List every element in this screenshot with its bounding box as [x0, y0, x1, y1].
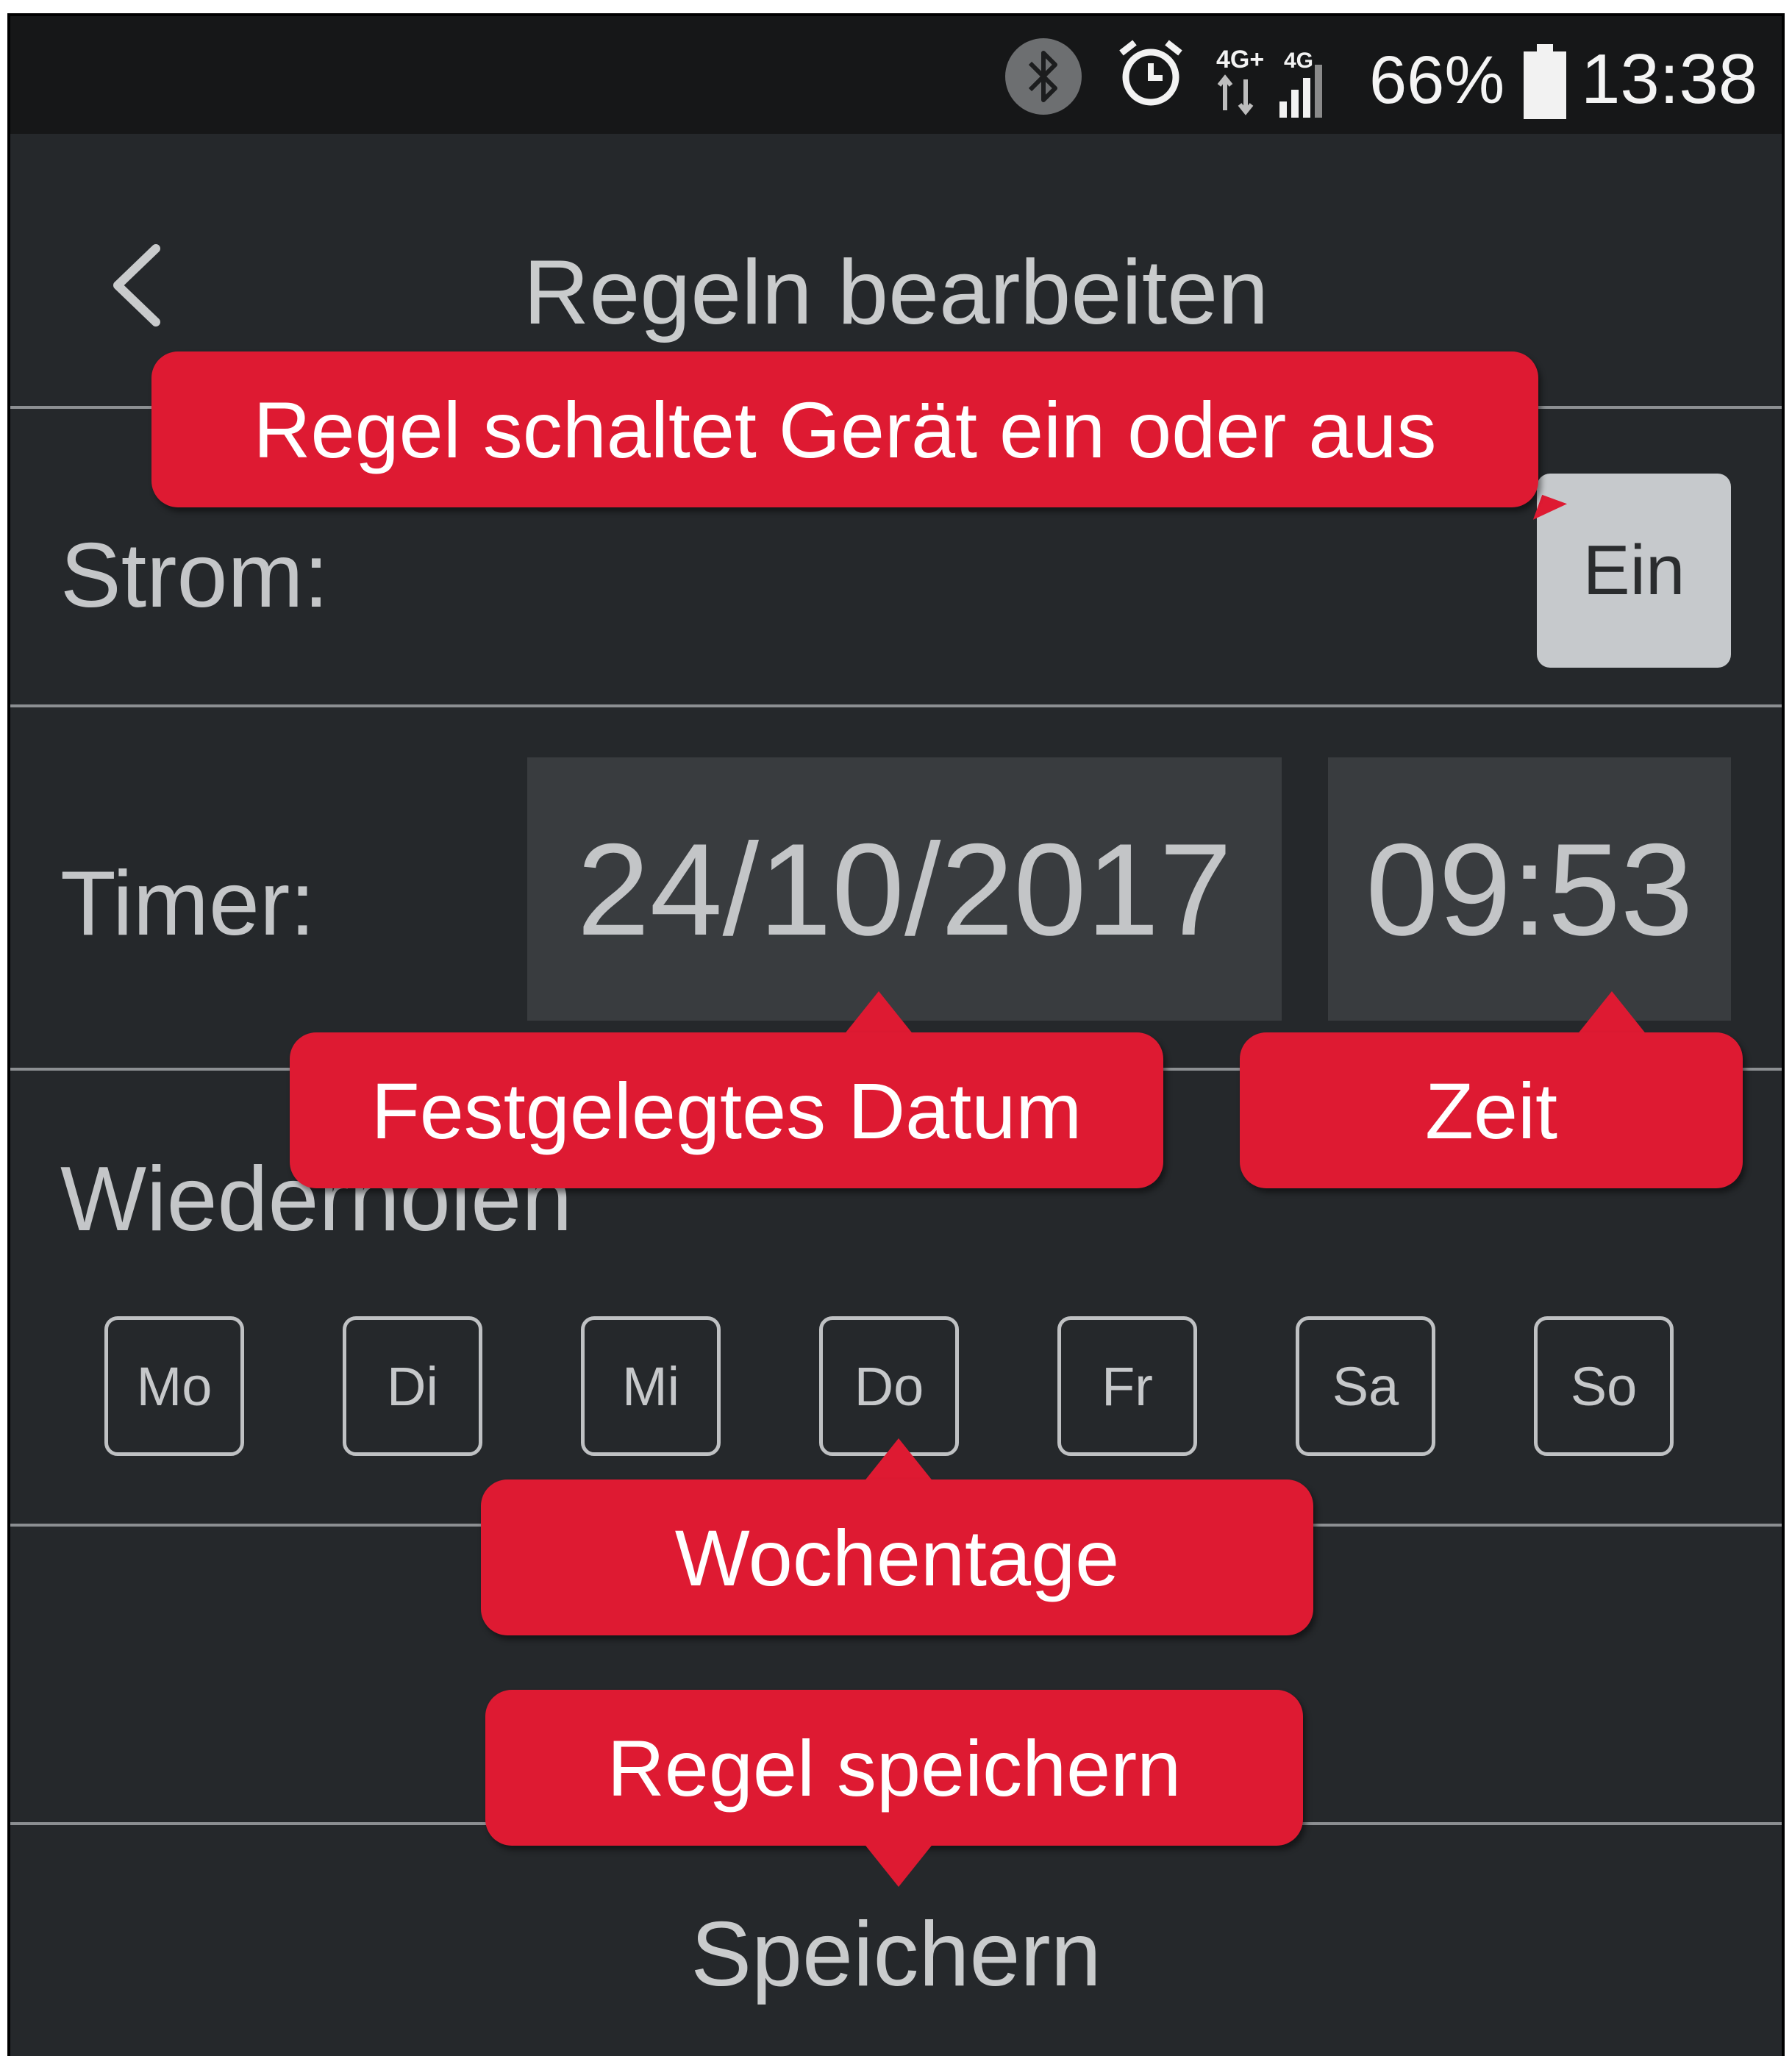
chevron-left-icon[interactable]: [103, 234, 169, 337]
alarm-icon: [1114, 37, 1188, 110]
date-field[interactable]: 24/10/2017: [527, 757, 1282, 1021]
battery-percentage: 66%: [1369, 43, 1505, 118]
network-primary-label: 4G+: [1216, 46, 1264, 74]
day-toggle-di[interactable]: Di: [343, 1316, 482, 1456]
bluetooth-icon: [1005, 38, 1082, 115]
timer-label: Timer:: [60, 853, 315, 954]
day-toggle-do[interactable]: Do: [819, 1316, 959, 1456]
signal-icon: 4G+ 4G: [1213, 43, 1331, 125]
network-secondary-label: 4G: [1284, 49, 1313, 73]
day-toggle-fr[interactable]: Fr: [1057, 1316, 1197, 1456]
callout-tail: [863, 1843, 934, 1887]
divider: [7, 704, 1785, 707]
day-toggle-so[interactable]: So: [1534, 1316, 1674, 1456]
callout-save: Regel speichern: [485, 1690, 1303, 1846]
page-title: Regeln bearbeiten: [523, 242, 1269, 343]
callout-weekdays: Wochentage: [481, 1479, 1313, 1635]
status-bar: 4G+ 4G 66% 13:38: [7, 13, 1785, 134]
battery-icon: [1522, 44, 1568, 121]
callout-date: Festgelegtes Datum: [290, 1032, 1163, 1188]
callout-tail: [863, 1438, 934, 1482]
power-label: Strom:: [60, 525, 329, 627]
status-clock: 13:38: [1581, 40, 1758, 118]
callout-tail: [1577, 991, 1647, 1035]
save-button[interactable]: Speichern: [7, 1896, 1785, 2013]
callout-tail: [843, 991, 914, 1035]
day-toggle-sa[interactable]: Sa: [1296, 1316, 1435, 1456]
time-field[interactable]: 09:53: [1328, 757, 1731, 1021]
day-toggle-mi[interactable]: Mi: [581, 1316, 721, 1456]
callout-power: Regel schaltet Gerät ein oder aus: [151, 351, 1538, 507]
power-toggle-button[interactable]: Ein: [1537, 474, 1731, 668]
callout-time: Zeit: [1240, 1032, 1743, 1188]
day-toggle-mo[interactable]: Mo: [104, 1316, 244, 1456]
app-screen: 4G+ 4G 66% 13:38 Regeln bearbeiten Strom…: [7, 13, 1785, 2056]
